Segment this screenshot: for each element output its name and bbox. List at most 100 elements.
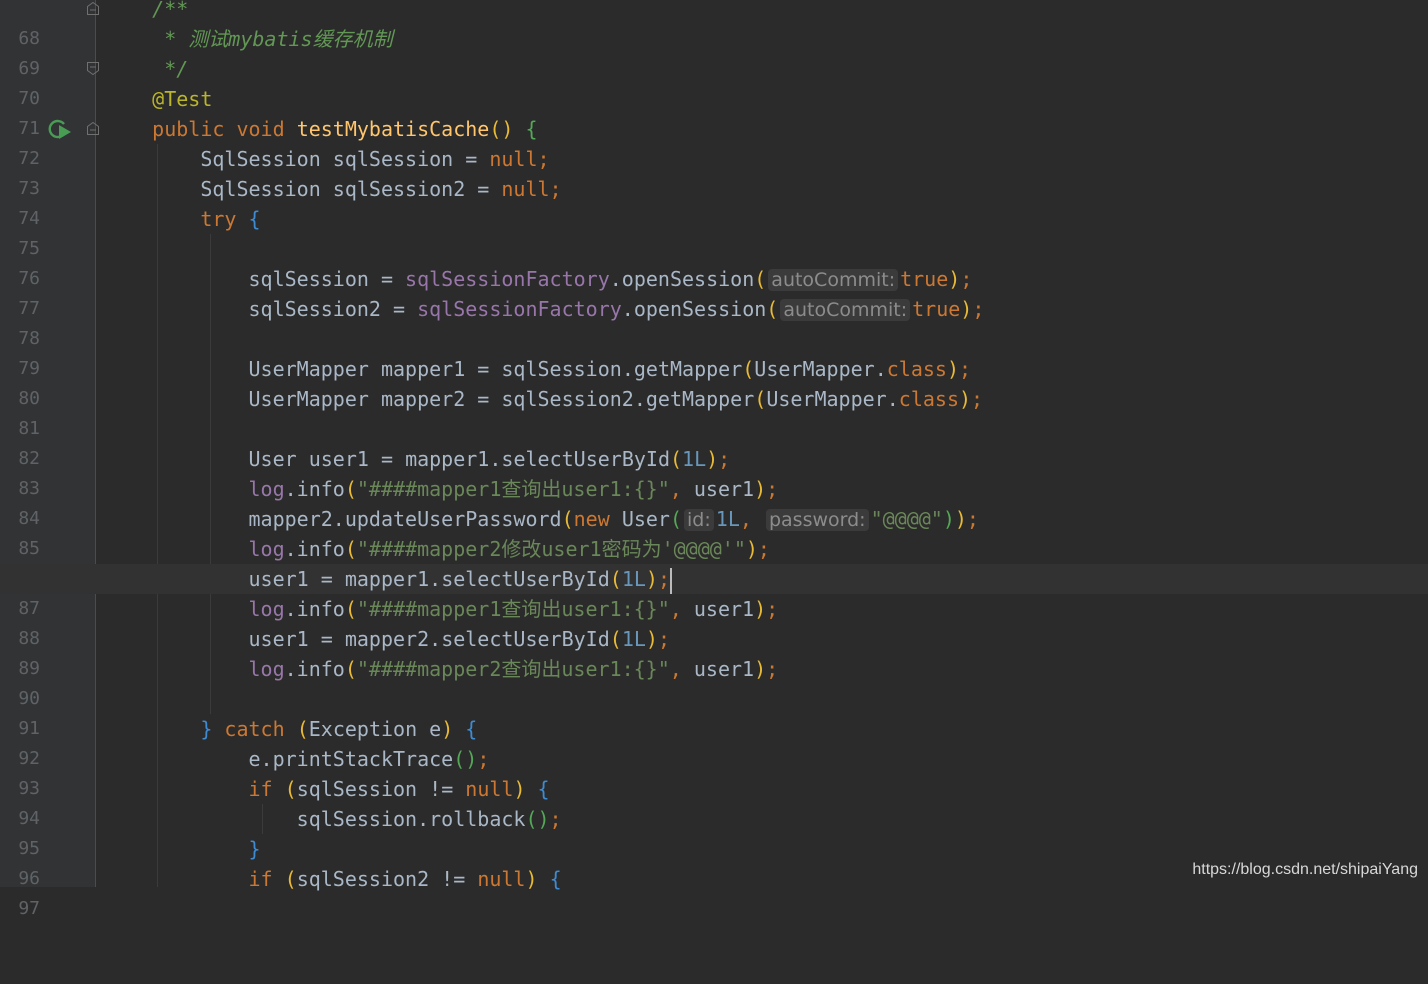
code-line-current[interactable]: 87 user1 = mapper1.selectUserById(1L);	[0, 564, 1428, 619]
code-line[interactable]: 79	[0, 324, 1428, 379]
string-literal: "####mapper1查询出user1:{}"	[356, 597, 670, 621]
code-line[interactable]: 91	[0, 684, 1428, 739]
variable: mapper2	[344, 627, 430, 651]
code-line[interactable]: 81 UserMapper mapper2 = sqlSession2.getM…	[0, 384, 1428, 439]
type-name: UserMapper	[248, 387, 369, 411]
variable: user1	[248, 627, 309, 651]
keyword: public	[152, 117, 225, 141]
code-editor[interactable]: 68 /** 69 * 测试mybatis缓存机制 70 */ 71 @Test…	[0, 0, 1428, 919]
code-line[interactable]: 72 public void testMybatisCache() {	[0, 114, 1428, 169]
code-line[interactable]: 85 mapper2.updateUserPassword(new User(i…	[0, 504, 1428, 559]
code-line[interactable]: 71 @Test	[0, 84, 1428, 139]
field: sqlSessionFactory	[417, 297, 622, 321]
keyword: null	[465, 777, 514, 801]
code-line[interactable]: 74 SqlSession sqlSession2 = null;	[0, 174, 1428, 229]
inlay-hint: autoCommit:	[768, 269, 899, 291]
method-call: info	[296, 657, 345, 681]
code-line[interactable]: 80 UserMapper mapper1 = sqlSession.getMa…	[0, 354, 1428, 409]
code-line[interactable]: 92 } catch (Exception e) {	[0, 714, 1428, 769]
method-call: openSession	[621, 267, 755, 291]
code-line[interactable]: 86 log.info("####mapper2修改user1密码为'@@@@'…	[0, 534, 1428, 589]
code-line[interactable]: 84 log.info("####mapper1查询出user1:{}", us…	[0, 474, 1428, 529]
code-line[interactable]: 83 User user1 = mapper1.selectUserById(1…	[0, 444, 1428, 499]
field: log	[248, 597, 285, 621]
inlay-hint: password:	[765, 509, 869, 531]
variable: sqlSession	[248, 267, 369, 291]
code-line[interactable]: 94 if (sqlSession != null) {	[0, 774, 1428, 829]
keyword: true	[900, 267, 949, 291]
variable: sqlSession	[501, 357, 622, 381]
variable: sqlSession2	[248, 297, 381, 321]
code-line[interactable]: 96 }	[0, 834, 1428, 889]
field: log	[248, 657, 285, 681]
method-call: openSession	[633, 297, 767, 321]
method-call: selectUserById	[441, 567, 610, 591]
variable: user1	[693, 477, 755, 501]
line-number[interactable]: 97	[0, 894, 40, 924]
method-call: rollback	[429, 807, 526, 831]
code-line[interactable]: 70 */	[0, 54, 1428, 109]
fold-marker-icon[interactable]	[87, 62, 99, 75]
type-name: UserMapper	[766, 387, 887, 411]
variable: sqlSession	[296, 777, 418, 801]
code-line[interactable]: 89 user1 = mapper2.selectUserById(1L);	[0, 624, 1428, 679]
code-line[interactable]: 82	[0, 414, 1428, 469]
keyword: null	[501, 177, 550, 201]
code-line[interactable]: 77 sqlSession = sqlSessionFactory.openSe…	[0, 264, 1428, 319]
method-call: selectUserById	[501, 447, 670, 471]
variable: user1	[693, 657, 755, 681]
method-call: selectUserById	[441, 627, 610, 651]
number-literal: 1L	[715, 507, 740, 531]
keyword: true	[912, 297, 961, 321]
javadoc-comment: /**	[152, 0, 189, 21]
code-line[interactable]: 78 sqlSession2 = sqlSessionFactory.openS…	[0, 294, 1428, 349]
field: log	[248, 537, 285, 561]
keyword: try	[200, 207, 237, 231]
keyword: void	[236, 117, 285, 141]
method-call: info	[296, 537, 345, 561]
keyword: class	[886, 357, 947, 381]
number-literal: 1L	[621, 567, 646, 591]
code-line[interactable]: 69 * 测试mybatis缓存机制	[0, 24, 1428, 79]
type-name: UserMapper	[754, 357, 875, 381]
method-call: getMapper	[633, 357, 743, 381]
type-name: SqlSession	[200, 177, 321, 201]
fold-marker-icon[interactable]	[87, 122, 99, 135]
keyword: null	[477, 867, 526, 891]
number-literal: 1L	[621, 627, 646, 651]
code-line[interactable]: 73 SqlSession sqlSession = null;	[0, 144, 1428, 199]
string-literal: "####mapper1查询出user1:{}"	[356, 477, 670, 501]
field: log	[248, 477, 285, 501]
variable: e	[248, 747, 261, 771]
type-name: SqlSession	[200, 147, 321, 171]
variable: mapper2	[380, 387, 466, 411]
string-literal: "####mapper2查询出user1:{}"	[356, 657, 670, 681]
code-line[interactable]: 75 try {	[0, 204, 1428, 259]
variable: user1	[248, 567, 309, 591]
code-line[interactable]: 90 log.info("####mapper2查询出user1:{}", us…	[0, 654, 1428, 709]
string-literal: "@@@@"	[870, 507, 943, 531]
keyword: class	[898, 387, 959, 411]
code-line[interactable]: 93 e.printStackTrace();	[0, 744, 1428, 799]
keyword: catch	[224, 717, 285, 741]
keyword: null	[489, 147, 538, 171]
javadoc-comment: * 测试mybatis缓存机制	[152, 27, 393, 51]
string-literal: "####mapper2修改user1密码为'@@@@'"	[356, 537, 746, 561]
variable: mapper1	[405, 447, 490, 471]
method-call: getMapper	[645, 387, 755, 411]
code-line[interactable]: 88 log.info("####mapper1查询出user1:{}", us…	[0, 594, 1428, 649]
watermark: https://blog.csdn.net/shipaiYang	[1192, 861, 1418, 878]
variable: mapper1	[344, 567, 430, 591]
method-call: updateUserPassword	[344, 507, 562, 531]
code-line[interactable]: 76	[0, 234, 1428, 289]
variable: sqlSession2	[296, 867, 430, 891]
method-name: testMybatisCache	[296, 117, 490, 141]
code-line[interactable]: 95 sqlSession.rollback();	[0, 804, 1428, 859]
type-name: User	[621, 507, 670, 531]
variable: e	[429, 717, 442, 741]
text-caret	[670, 567, 672, 594]
fold-marker-icon[interactable]	[87, 2, 99, 15]
code-line[interactable]: 68 /**	[0, 0, 1428, 49]
variable: user1	[693, 597, 755, 621]
keyword: if	[248, 867, 273, 891]
